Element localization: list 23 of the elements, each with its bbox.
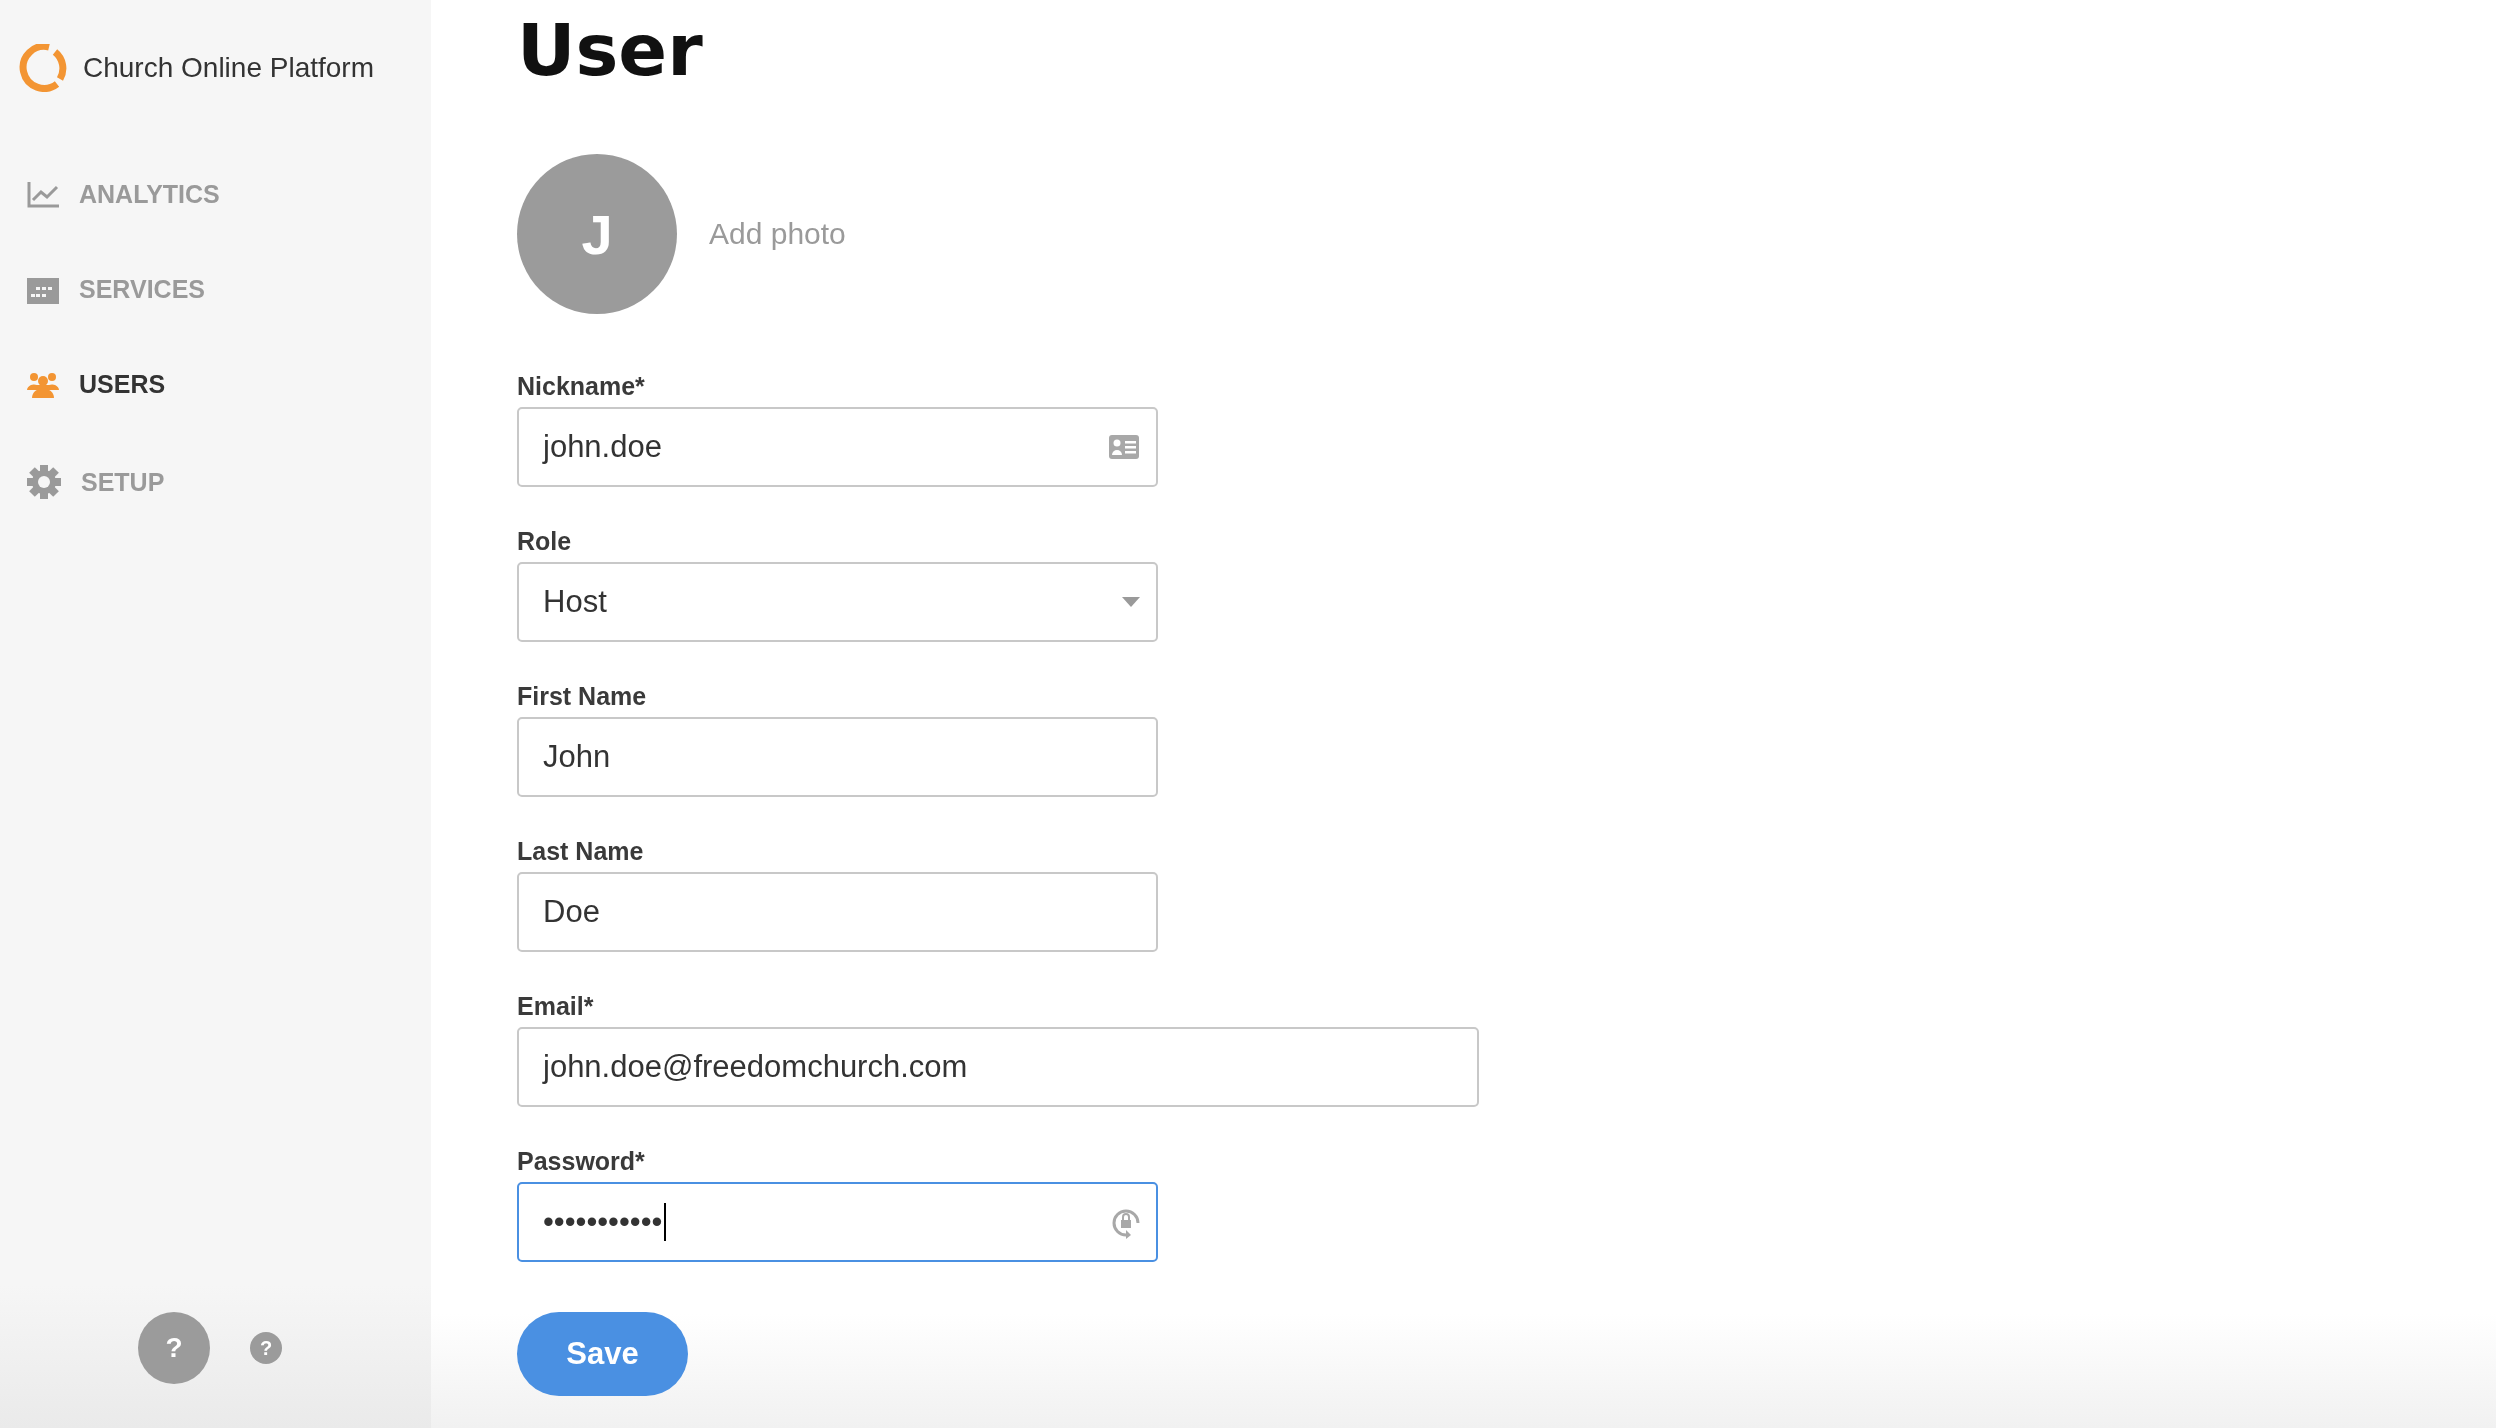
- brand-name: Church Online Platform: [83, 52, 374, 84]
- input-field[interactable]: john.doe: [517, 407, 1158, 487]
- select-field[interactable]: Host: [517, 562, 1158, 642]
- caret-icon: [1122, 597, 1140, 607]
- ring-logo-icon: [19, 44, 67, 92]
- users-icon: [27, 371, 59, 398]
- input-field[interactable]: John: [517, 717, 1158, 797]
- calendar-icon: [27, 275, 59, 304]
- settings-icon: [27, 465, 61, 499]
- avatar: J: [517, 154, 677, 314]
- field-label: Password*: [517, 1147, 646, 1176]
- contact-card-icon: [1108, 434, 1140, 460]
- field-label: First Name: [517, 682, 648, 711]
- line-chart-icon: [27, 181, 59, 208]
- nav-item[interactable]: USERS: [27, 370, 431, 399]
- password-field[interactable]: •••••••••••: [517, 1182, 1158, 1262]
- page-title: User: [517, 8, 704, 92]
- field-label: Email*: [517, 992, 595, 1021]
- input-field[interactable]: john.doe@freedomchurch.com: [517, 1027, 1479, 1107]
- field-label: Nickname*: [517, 372, 646, 401]
- input-field[interactable]: Doe: [517, 872, 1158, 952]
- field-label: Role: [517, 527, 573, 556]
- field-label: Last Name: [517, 837, 645, 866]
